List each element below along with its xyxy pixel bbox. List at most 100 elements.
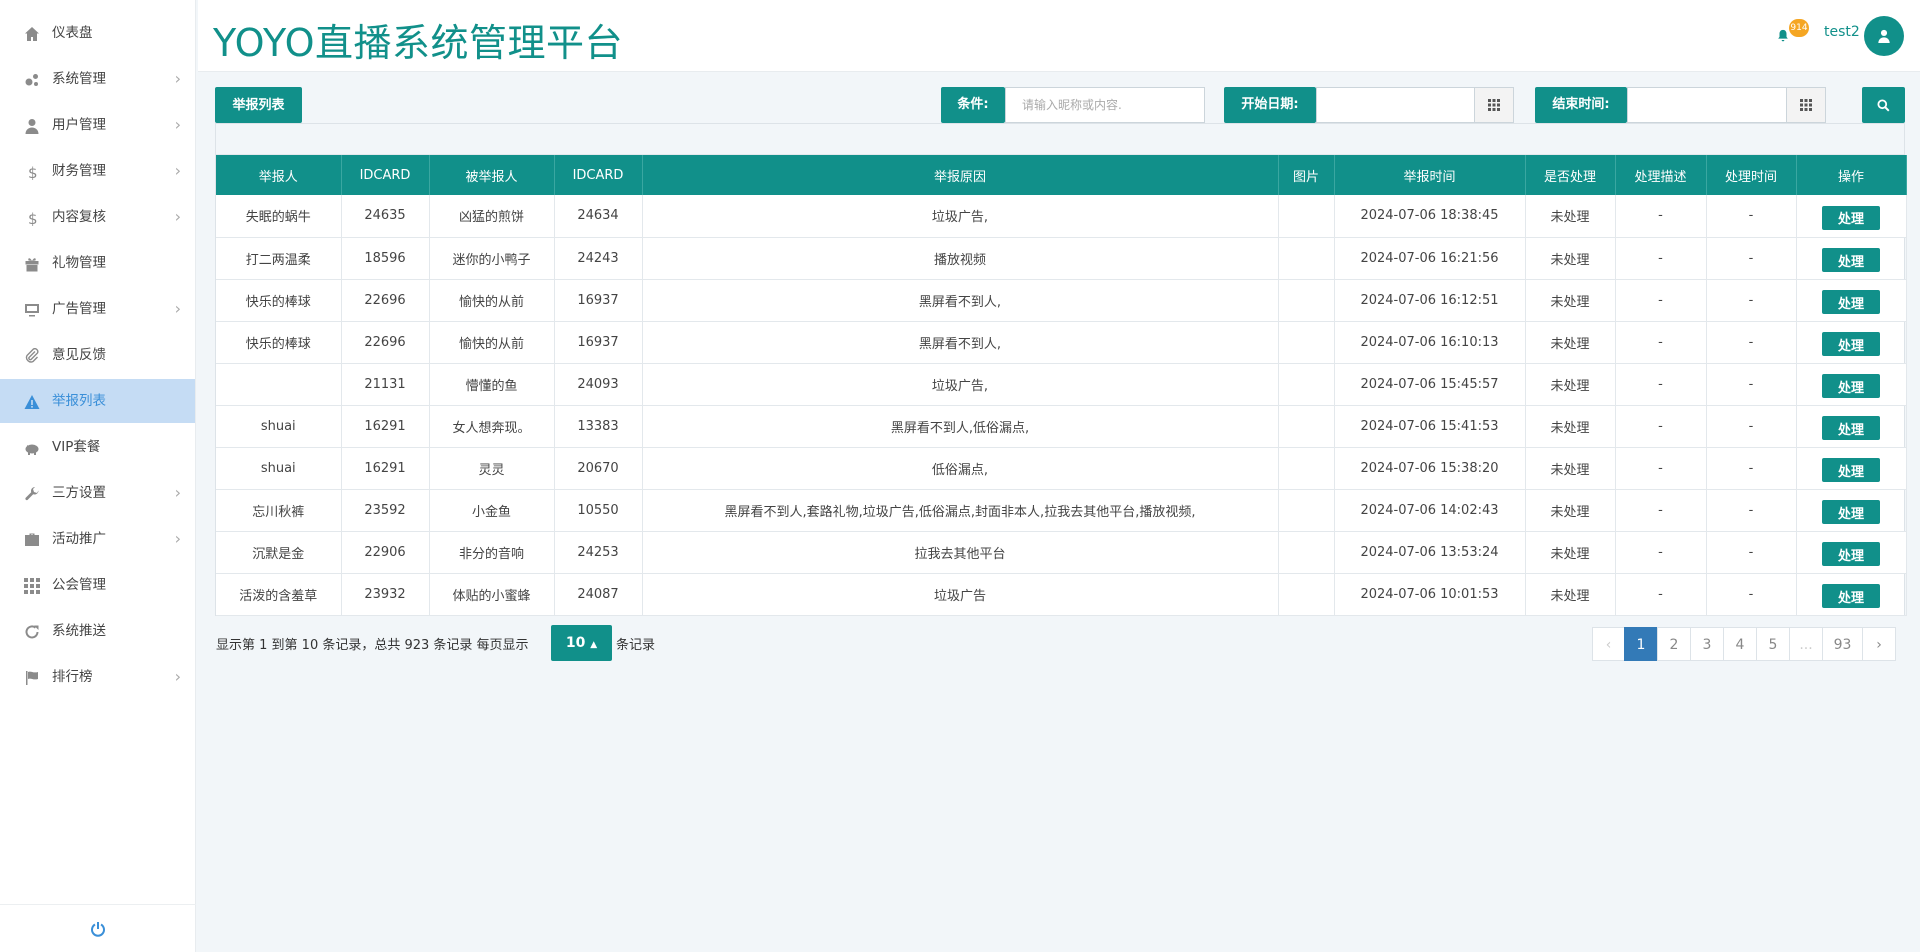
cell-desc: - (1615, 321, 1707, 364)
sidebar-item-label: 活动推广 (52, 531, 106, 547)
sidebar-item-label: 意见反馈 (52, 347, 106, 363)
sidebar-item-label: 公会管理 (52, 577, 106, 593)
cell-time: 2024-07-06 16:12:51 (1334, 279, 1526, 322)
sidebar-item-2[interactable]: 用户管理 › (0, 103, 195, 147)
cell-status: 未处理 (1525, 321, 1616, 364)
cell-handled-time: - (1706, 237, 1797, 280)
cell-reported-id: 16937 (554, 279, 643, 322)
grid-icon (23, 577, 41, 595)
sidebar-item-label: 系统管理 (52, 71, 106, 87)
page-size-dropdown[interactable]: 10 ▲ (551, 625, 612, 661)
cell-reporter-id: 22696 (341, 321, 430, 364)
start-date-input[interactable] (1316, 87, 1475, 123)
end-date-input[interactable] (1627, 87, 1787, 123)
briefcase-icon (23, 531, 41, 549)
avatar[interactable] (1864, 16, 1904, 56)
column-header: 处理描述 (1615, 155, 1707, 195)
gears-icon (23, 71, 41, 89)
sidebar-item-10[interactable]: 三方设置 › (0, 471, 195, 515)
table-row: 21131 懵懂的鱼 24093 垃圾广告, 2024-07-06 15:45:57 未处… (216, 363, 1907, 406)
page-size-suffix: 条记录 (616, 638, 656, 653)
page-button[interactable]: 1 (1624, 627, 1658, 661)
cell-time: 2024-07-06 10:01:53 (1334, 573, 1526, 616)
cell-desc: - (1615, 573, 1707, 616)
condition-input[interactable] (1005, 87, 1205, 123)
cell-reported: 体贴的小蜜蜂 (429, 573, 555, 616)
column-header: 被举报人 (429, 155, 555, 195)
flag-icon (23, 669, 41, 687)
cell-reporter-id: 21131 (341, 363, 430, 406)
cell-image (1278, 279, 1335, 322)
cell-reason: 播放视频 (642, 237, 1279, 280)
column-header: 举报时间 (1334, 155, 1526, 195)
svg-text:$: $ (28, 210, 38, 226)
cell-desc: - (1615, 489, 1707, 532)
handle-button[interactable]: 处理 (1822, 542, 1880, 566)
handle-button[interactable]: 处理 (1822, 584, 1880, 608)
sidebar-item-14[interactable]: 排行榜 › (0, 655, 195, 699)
cell-reporter (216, 363, 342, 406)
username[interactable]: test2 (1824, 24, 1860, 40)
page-button[interactable]: 2 (1657, 627, 1691, 661)
cell-action: 处理 (1796, 237, 1907, 280)
bell-icon (1778, 29, 1788, 42)
cell-handled-time: - (1706, 573, 1797, 616)
sidebar-item-label: 礼物管理 (52, 255, 106, 271)
power-button[interactable] (0, 904, 196, 952)
cell-time: 2024-07-06 13:53:24 (1334, 531, 1526, 574)
start-date-calendar-button[interactable] (1474, 87, 1514, 123)
cell-time: 2024-07-06 15:38:20 (1334, 447, 1526, 490)
sidebar-item-label: 系统推送 (52, 623, 106, 639)
sidebar-item-5[interactable]: 礼物管理 (0, 241, 195, 285)
cell-time: 2024-07-06 15:45:57 (1334, 363, 1526, 406)
handle-button[interactable]: 处理 (1822, 205, 1880, 230)
cell-reporter-id: 16291 (341, 447, 430, 490)
table-row: 沉默是金 22906 非分的音响 24253 拉我去其他平台 2024-07-06 13:… (216, 531, 1907, 574)
handle-button[interactable]: 处理 (1822, 458, 1880, 482)
cell-reason: 拉我去其他平台 (642, 531, 1279, 574)
table-row: 失眠的蜗牛 24635 凶猛的煎饼 24634 垃圾广告, 2024-07-06 18:3… (216, 195, 1907, 238)
search-button[interactable] (1862, 87, 1905, 123)
sidebar-item-3[interactable]: $ 财务管理 › (0, 149, 195, 193)
handle-button[interactable]: 处理 (1822, 248, 1880, 272)
handle-button[interactable]: 处理 (1822, 332, 1880, 356)
sidebar-item-12[interactable]: 公会管理 (0, 563, 195, 607)
dollar-icon: $ (23, 163, 41, 181)
cell-reported-id: 24243 (554, 237, 643, 280)
page-button[interactable]: 3 (1690, 627, 1724, 661)
sidebar-item-6[interactable]: 广告管理 › (0, 287, 195, 331)
cell-image (1278, 573, 1335, 616)
sidebar-item-11[interactable]: 活动推广 › (0, 517, 195, 561)
cell-reporter: shuai (216, 447, 342, 490)
sidebar-item-13[interactable]: 系统推送 (0, 609, 195, 653)
page-button[interactable]: 4 (1723, 627, 1757, 661)
handle-button[interactable]: 处理 (1822, 374, 1880, 398)
sidebar-item-9[interactable]: VIP套餐 (0, 425, 195, 469)
cell-reason: 黑屏看不到人,低俗漏点, (642, 405, 1279, 448)
cell-reported: 非分的音响 (429, 531, 555, 574)
sidebar-item-1[interactable]: 系统管理 › (0, 57, 195, 101)
sidebar-item-8[interactable]: 举报列表 (0, 379, 195, 423)
home-icon (23, 25, 41, 43)
table-header-row: 举报人 IDCARD 被举报人 IDCARD 举报原因 图片 举报时间 是否处理 处理描述 处理时… (216, 155, 1907, 195)
next-page-button[interactable]: › (1862, 627, 1896, 661)
sidebar-item-0[interactable]: 仪表盘 (0, 11, 195, 55)
wrench-icon (23, 485, 41, 503)
cell-reported: 懵懂的鱼 (429, 363, 555, 406)
end-date-calendar-button[interactable] (1786, 87, 1826, 123)
sidebar-item-4[interactable]: $ 内容复核 › (0, 195, 195, 239)
cell-reason: 黑屏看不到人,套路礼物,垃圾广告,低俗漏点,封面非本人,拉我去其他平台,播放视频… (642, 489, 1279, 532)
sidebar-item-7[interactable]: 意见反馈 (0, 333, 195, 377)
cell-reported: 灵灵 (429, 447, 555, 490)
handle-button[interactable]: 处理 (1822, 500, 1880, 524)
cell-reported: 愉快的从前 (429, 279, 555, 322)
page-button[interactable]: 93 (1822, 627, 1863, 661)
page-button[interactable]: 5 (1756, 627, 1790, 661)
report-list-button[interactable]: 举报列表 (215, 87, 302, 123)
table-row: 忘川秋裤 23592 小金鱼 10550 黑屏看不到人,套路礼物,垃圾广告,低俗漏点,封… (216, 489, 1907, 532)
cell-status: 未处理 (1525, 195, 1616, 238)
table-row: 活泼的含羞草 23932 体贴的小蜜蜂 24087 垃圾广告 2024-07-06 10:… (216, 573, 1907, 616)
handle-button[interactable]: 处理 (1822, 416, 1880, 440)
handle-button[interactable]: 处理 (1822, 290, 1880, 314)
report-table: 举报人 IDCARD 被举报人 IDCARD 举报原因 图片 举报时间 是否处理 处理描述 处理时… (216, 155, 1907, 616)
